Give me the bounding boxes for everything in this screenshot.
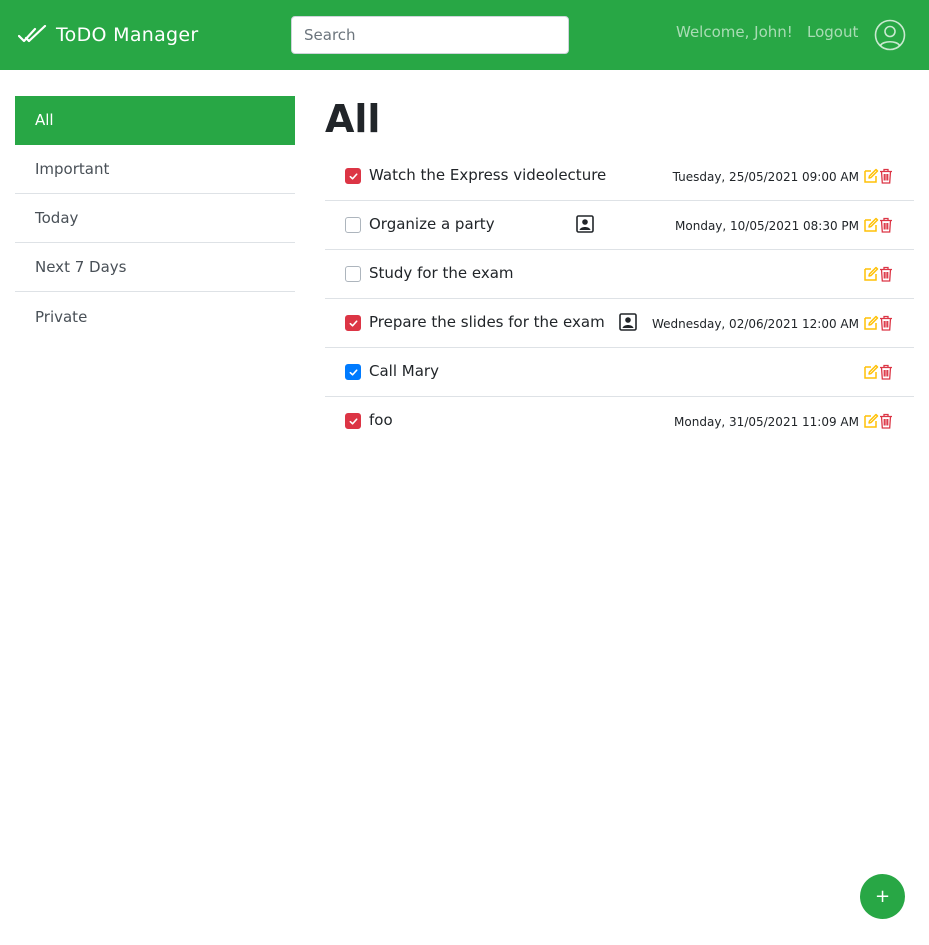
trash-icon[interactable] xyxy=(879,217,893,233)
edit-icon[interactable] xyxy=(863,217,879,233)
edit-icon[interactable] xyxy=(863,413,879,429)
sidebar: All Important Today Next 7 Days Private xyxy=(15,96,295,341)
brand-title: ToDO Manager xyxy=(56,24,199,46)
edit-icon[interactable] xyxy=(863,266,879,282)
task-description: Watch the Express videolecture xyxy=(369,166,607,184)
sidebar-item-private[interactable]: Private xyxy=(15,292,295,341)
edit-icon[interactable] xyxy=(863,168,879,184)
task-row: Watch the Express videolecture Tuesday, … xyxy=(325,152,914,201)
sidebar-item-all[interactable]: All xyxy=(15,96,295,145)
task-description: Organize a party xyxy=(369,215,495,233)
sidebar-item-label: Next 7 Days xyxy=(35,258,127,276)
task-deadline: Monday, 10/05/2021 08:30 PM xyxy=(675,219,859,233)
welcome-text: Welcome, John! xyxy=(676,23,793,41)
task-description: foo xyxy=(369,411,393,429)
trash-icon[interactable] xyxy=(879,168,893,184)
task-row: Prepare the slides for the exam Wednesda… xyxy=(325,299,914,348)
navbar: ToDO Manager Welcome, John! Logout xyxy=(0,0,929,70)
task-checkbox[interactable] xyxy=(345,217,361,233)
task-deadline: Monday, 31/05/2021 11:09 AM xyxy=(674,415,859,429)
sidebar-item-label: Today xyxy=(35,209,79,227)
double-check-icon xyxy=(18,25,47,43)
task-row: Call Mary xyxy=(325,348,914,397)
task-checkbox[interactable] xyxy=(345,266,361,282)
user-circle-icon[interactable] xyxy=(874,19,906,51)
trash-icon[interactable] xyxy=(879,315,893,331)
edit-icon[interactable] xyxy=(863,315,879,331)
task-checkbox[interactable] xyxy=(345,168,361,184)
person-square-icon xyxy=(619,313,637,331)
add-task-button[interactable]: + xyxy=(860,874,905,919)
sidebar-item-label: All xyxy=(35,111,54,129)
page-title: All xyxy=(325,97,381,141)
edit-icon[interactable] xyxy=(863,364,879,380)
trash-icon[interactable] xyxy=(879,364,893,380)
logout-link[interactable]: Logout xyxy=(807,23,858,41)
sidebar-item-next-7-days[interactable]: Next 7 Days xyxy=(15,243,295,292)
person-square-icon xyxy=(576,215,594,233)
task-description: Prepare the slides for the exam xyxy=(369,313,605,331)
task-deadline: Tuesday, 25/05/2021 09:00 AM xyxy=(672,170,859,184)
task-checkbox[interactable] xyxy=(345,413,361,429)
sidebar-item-important[interactable]: Important xyxy=(15,145,295,194)
task-row: foo Monday, 31/05/2021 11:09 AM xyxy=(325,397,914,446)
task-deadline: Wednesday, 02/06/2021 12:00 AM xyxy=(651,317,859,331)
task-description: Call Mary xyxy=(369,362,439,380)
trash-icon[interactable] xyxy=(879,266,893,282)
task-checkbox[interactable] xyxy=(345,364,361,380)
trash-icon[interactable] xyxy=(879,413,893,429)
task-list: Watch the Express videolecture Tuesday, … xyxy=(325,152,914,446)
sidebar-item-today[interactable]: Today xyxy=(15,194,295,243)
search-input[interactable] xyxy=(291,16,569,54)
sidebar-item-label: Important xyxy=(35,160,110,178)
task-description: Study for the exam xyxy=(369,264,514,282)
brand[interactable]: ToDO Manager xyxy=(18,21,199,49)
sidebar-item-label: Private xyxy=(35,307,88,326)
task-row: Study for the exam xyxy=(325,250,914,299)
task-checkbox[interactable] xyxy=(345,315,361,331)
task-row: Organize a party Monday, 10/05/2021 08:3… xyxy=(325,201,914,250)
